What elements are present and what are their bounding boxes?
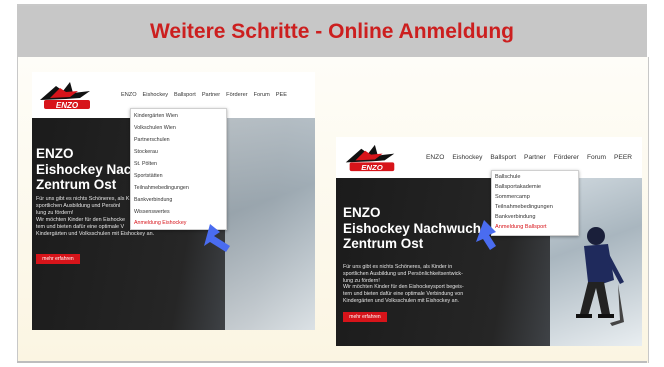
slide: Weitere Schritte - Online Anmeldung ENZO… [0,0,664,367]
hero-text-line: tern und bieten dafür eine optimale Verb… [343,291,464,298]
pointer-arrow-icon [204,224,230,252]
dropdown-item[interactable]: Ballsportakademie [495,184,541,190]
menu-item-forum[interactable]: Forum [587,154,606,161]
dropdown-item[interactable]: Ballschule [495,174,521,180]
site-navbar: ENZO ENZO Eishockey Ballsport Partner Fö… [336,137,642,178]
hockey-player-image [576,227,624,326]
hero-text-line: Kindergärten und Volksschulen mit Eishoc… [36,230,155,237]
hero-text-line: Für uns gibt es nichts Schöneres, als Ki… [343,264,453,270]
slide-title: Weitere Schritte - Online Anmeldung [149,20,515,43]
slide-bottom-border [17,361,647,363]
dropdown-item-anmeldung-eishockey[interactable]: Anmeldung Eishockey [134,220,186,226]
hero-text: Für uns gibt es nichts Schöneres, als Ki… [343,264,483,305]
logo-text: ENZO [56,101,79,110]
hero-title-line: Zentrum Ost [343,236,424,252]
menu-item-enzo[interactable]: ENZO [121,92,137,98]
menu-item-peer[interactable]: PEER [614,154,632,161]
menu-item-ballsport[interactable]: Ballsport [490,154,516,161]
dropdown-item[interactable]: Teilnahmebedingungen [134,185,189,191]
menu-item-foerderer[interactable]: Förderer [226,92,247,98]
menu-item-foerderer[interactable]: Förderer [554,154,579,161]
pointer-arrow-icon [476,220,496,250]
menu-item-ballsport[interactable]: Ballsport [174,92,196,98]
dropdown-item[interactable]: Teilnahmebedingungen [495,204,553,210]
dropdown-item[interactable]: Sportstätten [134,173,163,179]
website-screenshot-eishockey: ENZO ENZO Eishockey Ballsport Partner Fö… [32,72,315,330]
hero-text-line: Kindergärten und Volksschulen mit Eishoc… [343,297,460,304]
main-menu: ENZO Eishockey Ballsport Partner Fördere… [426,154,640,161]
dropdown-item[interactable]: Kindergärten Wien [134,113,178,119]
hero-text-line: lung zu fördern! [343,277,380,284]
menu-item-enzo[interactable]: ENZO [426,154,444,161]
enzo-fox-logo-icon[interactable]: ENZO [340,141,402,174]
menu-item-eishockey[interactable]: Eishockey [143,92,169,98]
menu-item-partner[interactable]: Partner [202,92,220,98]
hero-text-line: sportlichen Ausbildung und Persönlichkei… [343,270,463,277]
menu-item-forum[interactable]: Forum [254,92,270,98]
logo-text: ENZO [361,163,383,172]
more-info-button[interactable]: mehr erfahren [36,254,80,264]
menu-item-partner[interactable]: Partner [524,154,546,161]
menu-item-peer[interactable]: PEE [276,92,287,98]
dropdown-item[interactable]: Wissenswertes [134,209,170,215]
more-info-button[interactable]: mehr erfahren [343,312,387,322]
dropdown-item[interactable]: Bankverbindung [134,197,172,203]
hero-ice-image [225,118,315,330]
dropdown-item[interactable]: Stockerau [134,149,158,155]
menu-item-eishockey[interactable]: Eishockey [452,154,482,161]
hero-banner: ENZO Eishockey Nachwuchs Zentrum Ost Für… [336,178,642,346]
main-menu: ENZO Eishockey Ballsport Partner Fördere… [121,92,293,98]
dropdown-item[interactable]: Partnerschulen [134,137,170,143]
dropdown-item[interactable]: St. Pölten [134,161,157,167]
enzo-fox-logo-icon[interactable]: ENZO [36,78,96,112]
dropdown-item-anmeldung-ballsport[interactable]: Anmeldung Ballsport [495,224,547,230]
hero-text-line: Wir möchten Kinder für den Eishockeyspor… [343,284,464,291]
eishockey-dropdown-menu: Kindergärten Wien Volkschulen Wien Partn… [130,108,227,230]
ballsport-dropdown-menu: Ballschule Ballsportakademie Sommercamp … [491,170,579,236]
slide-header: Weitere Schritte - Online Anmeldung [17,6,647,57]
dropdown-item[interactable]: Sommercamp [495,194,530,200]
dropdown-item[interactable]: Volkschulen Wien [134,125,176,131]
